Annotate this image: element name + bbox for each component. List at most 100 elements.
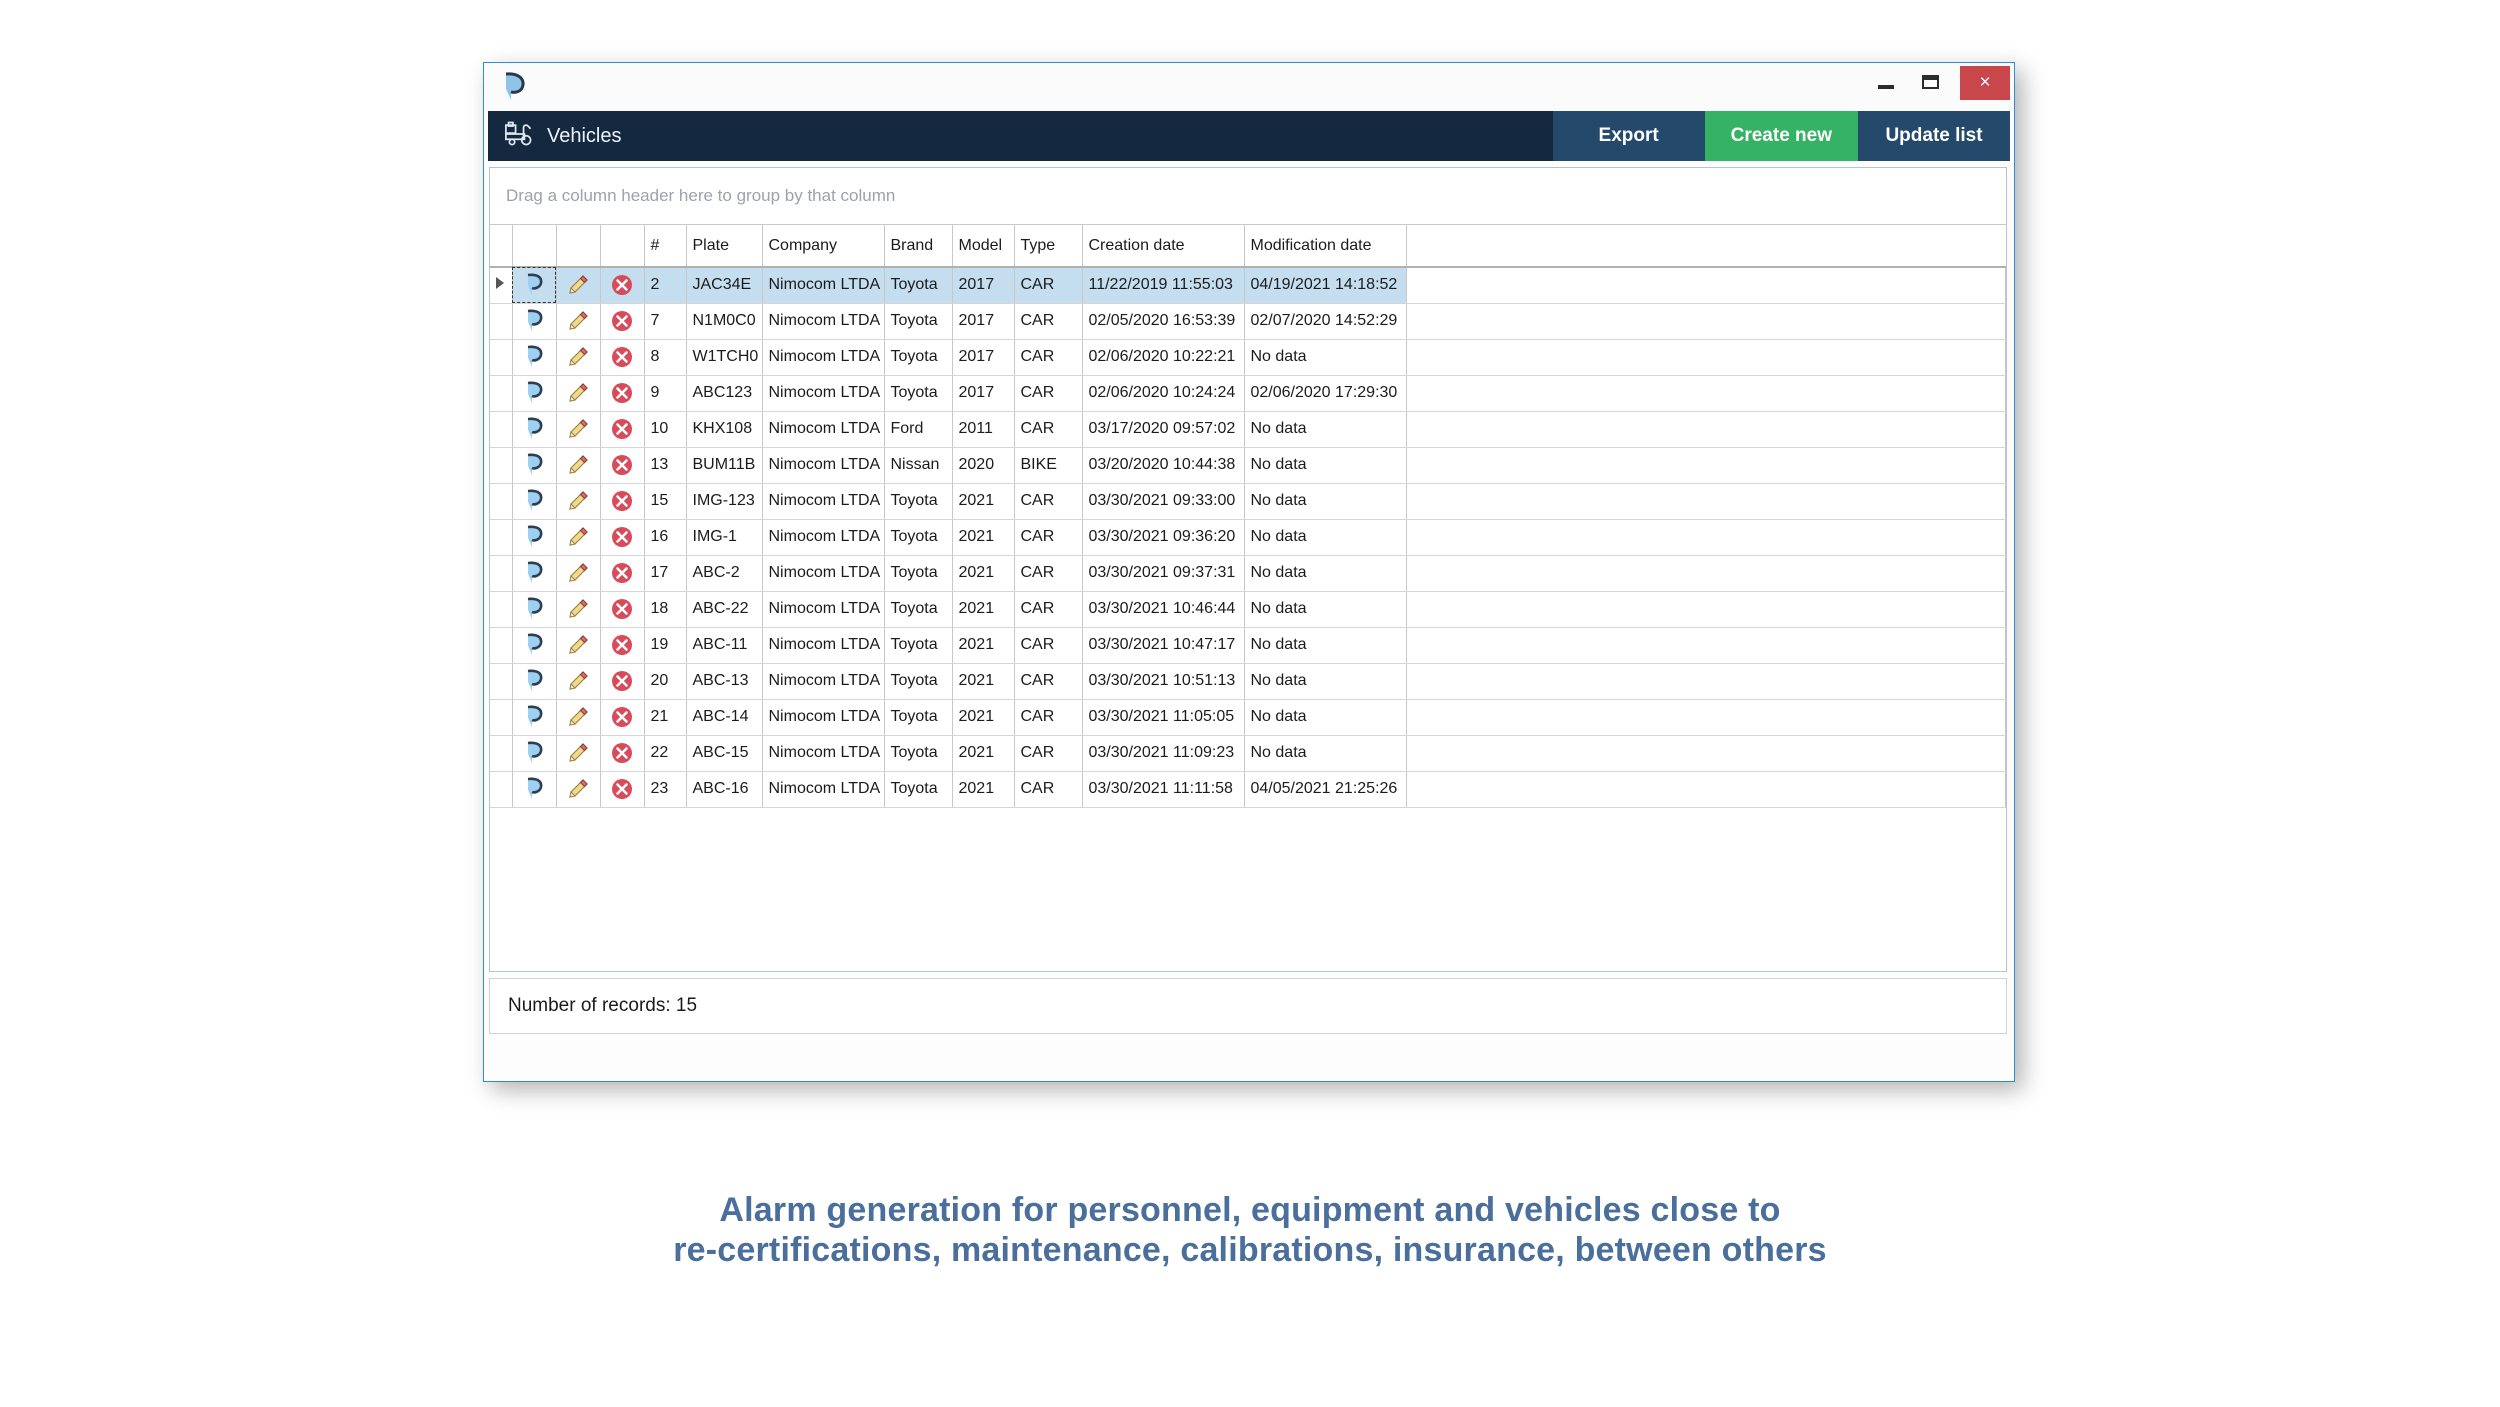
column-header-creation-date[interactable]: Creation date [1082,225,1245,268]
row-delete-cell[interactable] [600,375,645,412]
row-delete-cell[interactable] [600,591,645,628]
edit-icon[interactable] [563,592,594,626]
row-edit-cell[interactable] [556,699,601,736]
edit-icon[interactable] [563,484,594,518]
view-icon[interactable] [519,520,550,554]
delete-icon[interactable] [607,664,638,698]
row-delete-cell[interactable] [600,735,645,772]
row-view-cell[interactable] [512,555,557,592]
row-view-cell[interactable] [512,699,557,736]
row-edit-cell[interactable] [556,735,601,772]
edit-icon[interactable] [563,520,594,554]
table-row[interactable]: 9 ABC123 Nimocom LTDA Toyota 2017 CAR 02/06/20… [490,375,2006,412]
row-delete-cell[interactable] [600,771,645,808]
column-header-id[interactable]: # [644,225,687,268]
edit-icon[interactable] [563,664,594,698]
edit-icon[interactable] [563,700,594,734]
table-row[interactable]: 18 ABC-22 Nimocom LTDA Toyota 2021 CAR 03/30/2… [490,591,2006,628]
edit-icon[interactable] [563,556,594,590]
view-icon[interactable] [519,448,550,482]
delete-icon[interactable] [607,484,638,518]
delete-icon[interactable] [607,700,638,734]
table-row[interactable]: 15 IMG-123 Nimocom LTDA Toyota 2021 CAR 03/30/… [490,483,2006,520]
table-row[interactable]: 22 ABC-15 Nimocom LTDA Toyota 2021 CAR 03/30/2… [490,735,2006,772]
row-edit-cell[interactable] [556,555,601,592]
row-view-cell[interactable] [512,771,557,808]
row-view-cell[interactable] [512,339,557,376]
view-icon[interactable] [519,628,550,662]
delete-icon[interactable] [607,412,638,446]
table-row[interactable]: 20 ABC-13 Nimocom LTDA Toyota 2021 CAR 03/30/2… [490,663,2006,700]
table-row[interactable]: 13 BUM11B Nimocom LTDA Nissan 2020 BIKE 03/20/… [490,447,2006,484]
view-icon[interactable] [519,304,550,338]
row-delete-cell[interactable] [600,483,645,520]
view-icon[interactable] [519,736,550,770]
delete-icon[interactable] [607,592,638,626]
row-delete-cell[interactable] [600,663,645,700]
row-edit-cell[interactable] [556,771,601,808]
row-edit-cell[interactable] [556,663,601,700]
table-row[interactable]: 19 ABC-11 Nimocom LTDA Toyota 2021 CAR 03/30/2… [490,627,2006,664]
row-delete-cell[interactable] [600,699,645,736]
delete-icon[interactable] [607,772,638,806]
delete-icon[interactable] [607,520,638,554]
view-icon[interactable] [519,700,550,734]
delete-icon[interactable] [607,268,638,302]
row-edit-cell[interactable] [556,447,601,484]
row-delete-cell[interactable] [600,339,645,376]
row-view-cell[interactable] [512,447,557,484]
table-row[interactable]: 17 ABC-2 Nimocom LTDA Toyota 2021 CAR 03/30/20… [490,555,2006,592]
column-header-plate[interactable]: Plate [686,225,763,268]
view-icon[interactable] [519,772,550,806]
edit-icon[interactable] [563,772,594,806]
delete-icon[interactable] [607,304,638,338]
view-icon[interactable] [519,412,550,446]
table-row[interactable]: 10 KHX108 Nimocom LTDA Ford 2011 CAR 03/17/202… [490,411,2006,448]
edit-icon[interactable] [563,412,594,446]
column-header-company[interactable]: Company [762,225,885,268]
delete-icon[interactable] [607,628,638,662]
column-header-model[interactable]: Model [952,225,1015,268]
view-icon[interactable] [519,664,550,698]
row-view-cell[interactable] [512,591,557,628]
column-header-modification-date[interactable]: Modification date [1244,225,1407,268]
row-edit-cell[interactable] [556,591,601,628]
row-view-cell[interactable] [512,483,557,520]
table-row[interactable]: 7 N1M0C0 Nimocom LTDA Toyota 2017 CAR 02/05/20… [490,303,2006,340]
row-delete-cell[interactable] [600,627,645,664]
edit-icon[interactable] [563,376,594,410]
minimize-button[interactable] [1864,63,1908,101]
delete-icon[interactable] [607,736,638,770]
table-row[interactable]: 16 IMG-1 Nimocom LTDA Toyota 2021 CAR 03/30/20… [490,519,2006,556]
column-header-brand[interactable]: Brand [884,225,953,268]
edit-icon[interactable] [563,304,594,338]
edit-icon[interactable] [563,340,594,374]
view-icon[interactable] [519,556,550,590]
row-view-cell[interactable] [512,303,557,340]
column-header-type[interactable]: Type [1014,225,1083,268]
view-icon[interactable] [519,484,550,518]
table-row[interactable]: 21 ABC-14 Nimocom LTDA Toyota 2021 CAR 03/30/2… [490,699,2006,736]
delete-icon[interactable] [607,448,638,482]
delete-icon[interactable] [607,376,638,410]
view-icon[interactable] [519,376,550,410]
row-view-cell[interactable] [512,519,557,556]
row-edit-cell[interactable] [556,483,601,520]
row-edit-cell[interactable] [556,411,601,448]
view-icon[interactable] [519,592,550,626]
update-list-button[interactable]: Update list [1858,111,2010,161]
row-edit-cell[interactable] [556,375,601,412]
row-edit-cell[interactable] [556,627,601,664]
row-delete-cell[interactable] [600,411,645,448]
edit-icon[interactable] [563,628,594,662]
delete-icon[interactable] [607,340,638,374]
edit-icon[interactable] [563,448,594,482]
table-row[interactable]: 23 ABC-16 Nimocom LTDA Toyota 2021 CAR 03/30/2… [490,771,2006,808]
row-view-cell[interactable] [512,267,557,304]
row-view-cell[interactable] [512,663,557,700]
row-view-cell[interactable] [512,411,557,448]
edit-icon[interactable] [563,268,594,302]
row-edit-cell[interactable] [556,303,601,340]
table-row[interactable]: 2 JAC34E Nimocom LTDA Toyota 2017 CAR 11/22/20… [490,267,2006,304]
maximize-button[interactable] [1908,63,1952,101]
